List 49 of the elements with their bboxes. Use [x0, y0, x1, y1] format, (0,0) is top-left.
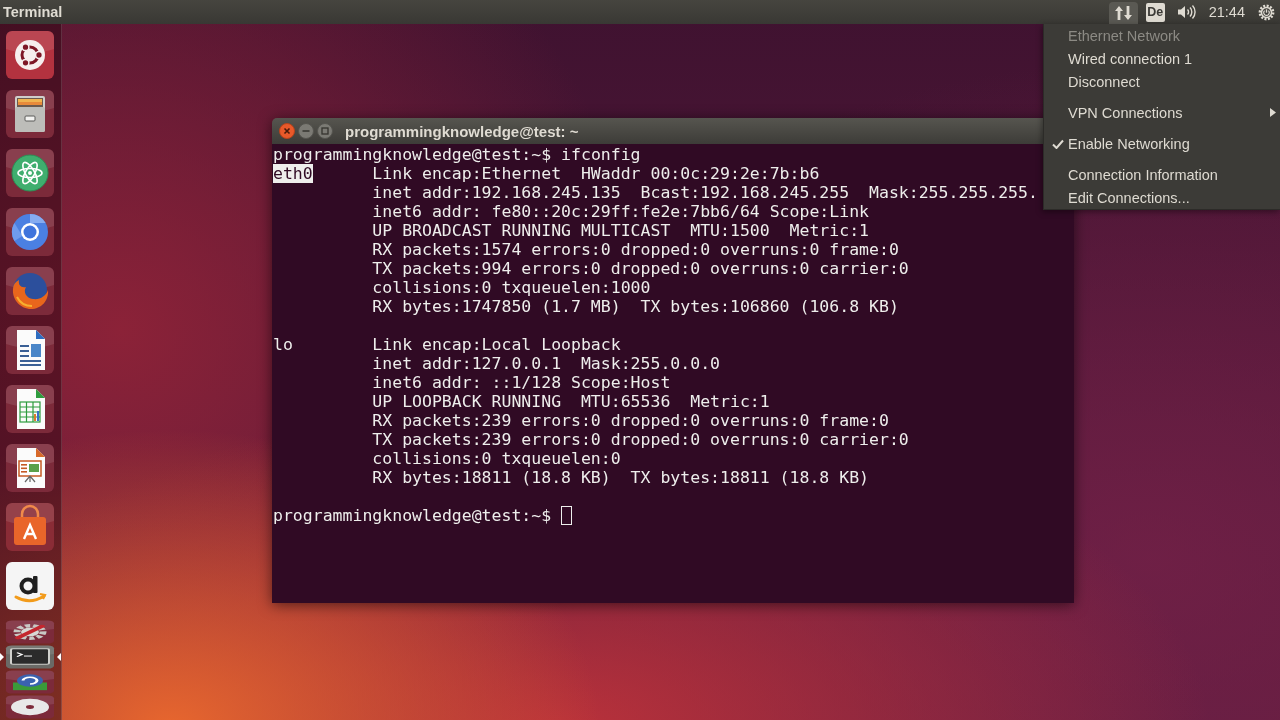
presentation-icon[interactable]	[5, 443, 55, 493]
output-line: Link encap:Local Loopback	[372, 335, 621, 354]
window-title: programmingknowledge@test: ~	[345, 122, 579, 140]
ring-logo-icon[interactable]	[5, 30, 55, 80]
gear-wrench-icon[interactable]	[5, 620, 55, 644]
output-line: RX bytes:1747850 (1.7 MB) TX bytes:106860 (106.8 KB)	[372, 297, 899, 316]
text-cursor-icon	[561, 506, 573, 525]
output-line: TX packets:239 errors:0 dropped:0 overruns:0 carrier:0	[372, 430, 909, 449]
atom-icon[interactable]	[5, 148, 55, 198]
output-line: TX packets:994 errors:0 dropped:0 overruns:0 carrier:0	[372, 259, 909, 278]
terminal-icon[interactable]	[5, 645, 55, 669]
output-line: UP LOOPBACK RUNNING MTU:65536 Metric:1	[372, 392, 770, 411]
menu-item[interactable]: Connection Information	[1068, 166, 1218, 183]
output-line: inet addr:192.168.245.135 Bcast:192.168.245.255 Mask:255.255.255.	[372, 183, 1038, 202]
spreadsheet-icon[interactable]	[5, 384, 55, 434]
smile-logo-icon[interactable]	[5, 561, 55, 611]
menu-item[interactable]: Disconnect	[1068, 73, 1140, 90]
gear-icon[interactable]	[1258, 3, 1275, 21]
output-line: inet6 addr: ::1/128 Scope:Host	[372, 373, 671, 392]
output-line: inet6 addr: fe80::20c:29ff:fe2e:7bb6/64 Scope:Link	[372, 202, 870, 221]
app-title: Terminal	[3, 4, 63, 20]
output-line: RX bytes:18811 (18.8 KB) TX bytes:18811 (18.8 KB)	[372, 468, 870, 487]
prompt-text: programmingknowledge@test:~$	[273, 506, 552, 525]
file-cabinet-icon[interactable]	[5, 89, 55, 139]
output-line: Link encap:Ethernet HWaddr 00:0c:29:2e:7b:b6	[372, 164, 820, 183]
output-line: inet addr:127.0.0.1 Mask:255.0.0.0	[372, 354, 720, 373]
command-line: programmingknowledge@test:~$ ifconfig	[273, 145, 641, 164]
fox-globe-icon[interactable]	[5, 266, 55, 316]
clock-button[interactable]: 21:44	[1208, 4, 1245, 20]
interface-name: eth0	[273, 164, 313, 183]
close-icon[interactable]	[279, 123, 295, 139]
update-icon[interactable]	[5, 670, 55, 694]
menu-item[interactable]: Wired connection 1	[1068, 50, 1193, 67]
submenu-arrow-icon	[1270, 108, 1276, 117]
text-document-icon[interactable]	[5, 325, 55, 375]
output-line: collisions:0 txqueuelen:1000	[372, 278, 651, 297]
menu-item[interactable]: Enable Networking	[1068, 135, 1190, 152]
interface-name: lo	[273, 335, 293, 354]
menu-item[interactable]: Edit Connections...	[1068, 189, 1190, 206]
output-line: UP BROADCAST RUNNING MULTICAST MTU:1500 Metric:1	[372, 221, 870, 240]
keyboard-layout-button[interactable]: De	[1145, 2, 1165, 22]
output-line: RX packets:1574 errors:0 dropped:0 overruns:0 frame:0	[372, 240, 899, 259]
browser-icon[interactable]	[5, 207, 55, 257]
volume-icon[interactable]	[1176, 4, 1197, 20]
shopping-bag-icon[interactable]	[5, 502, 55, 552]
output-line: collisions:0 txqueuelen:0	[372, 449, 621, 468]
menu-item[interactable]: VPN Connections	[1068, 104, 1183, 121]
up-down-arrows-icon[interactable]	[1108, 2, 1138, 24]
output-line: RX packets:239 errors:0 dropped:0 overruns:0 frame:0	[372, 411, 889, 430]
